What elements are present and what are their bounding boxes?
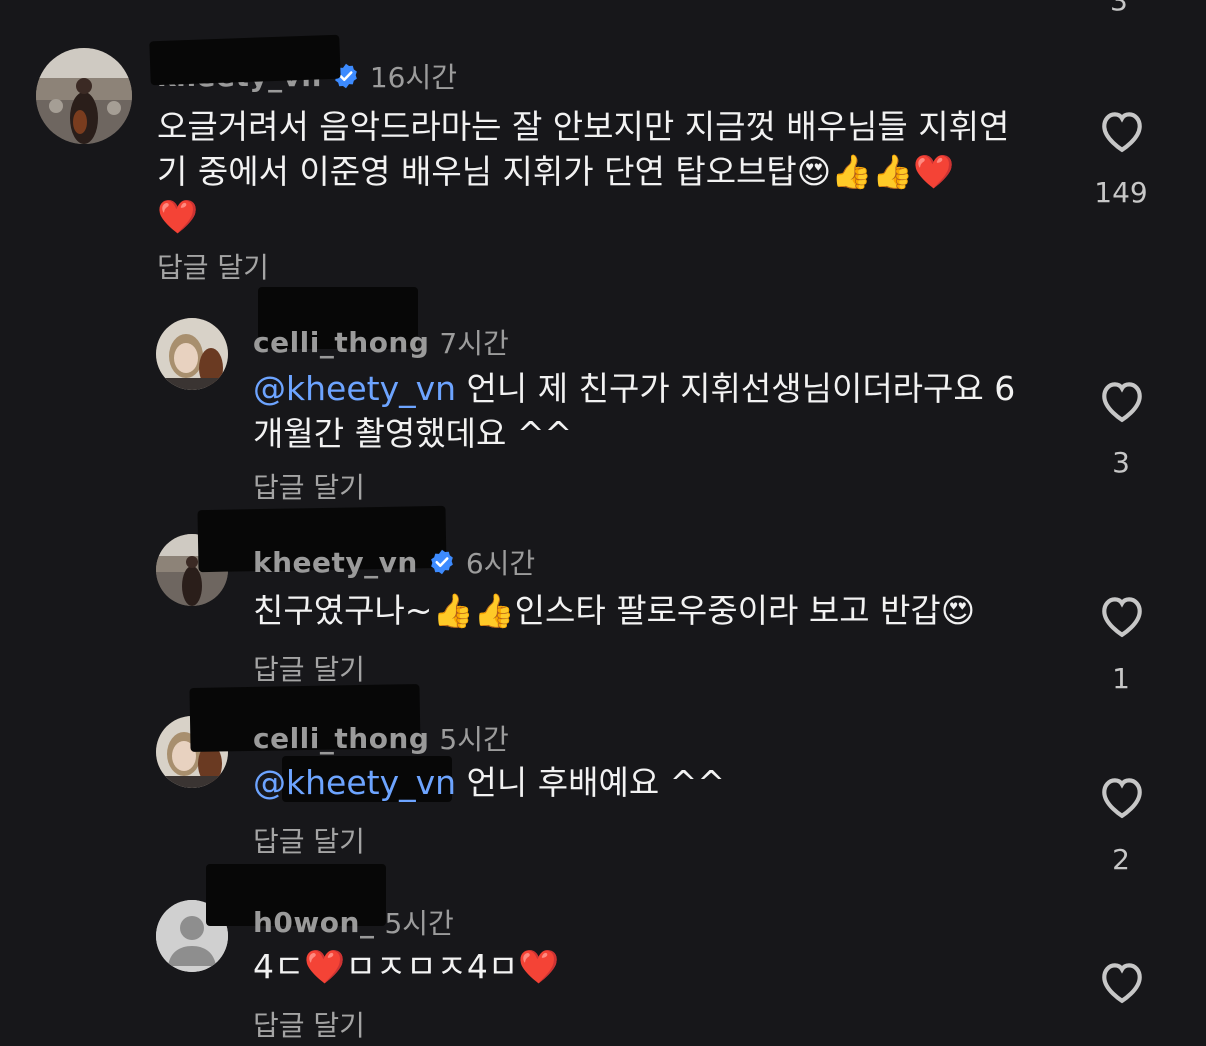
reply-button[interactable]: 답글 달기 (253, 820, 365, 860)
redaction-mark (149, 34, 341, 86)
reply-button[interactable]: 답글 달기 (253, 466, 365, 506)
comment-time: 16시간 (369, 61, 458, 94)
avatar-photo (156, 318, 228, 390)
avatar-photo (36, 48, 132, 144)
avatar[interactable] (36, 48, 132, 144)
heart-outline-icon[interactable] (1097, 592, 1147, 638)
comment-meta: h0won_ 5시간 (253, 902, 454, 942)
comment-text: 친구였구나~👍👍인스타 팔로우중이라 보고 반갑😍 (253, 591, 976, 630)
comment-time: 5시간 (439, 723, 509, 756)
heart-outline-icon[interactable] (1097, 958, 1147, 1004)
heart-outline-icon[interactable] (1097, 377, 1147, 423)
comment-meta: celli_thong 5시간 (253, 718, 509, 758)
comment-text: 4ㄷ❤️ㅁㅈㅁㅈ4ㅁ❤️ (253, 947, 560, 986)
comment-time: 7시간 (439, 327, 509, 360)
comment-text: @kheety_vn 언니 후배예요 ^^ (253, 760, 1053, 805)
comment-time: 6시간 (465, 547, 536, 580)
previous-like-count: 3 (1110, 0, 1128, 17)
username[interactable]: h0won_ (253, 906, 374, 939)
heart-outline-icon[interactable] (1097, 773, 1147, 819)
mention-link[interactable]: @kheety_vn (253, 763, 456, 802)
like-count: 2 (1112, 843, 1130, 876)
comment-text-content: 언니 후배예요 ^^ (456, 763, 725, 802)
mention-link[interactable]: @kheety_vn (253, 369, 456, 408)
username[interactable]: kheety_vn (253, 546, 418, 579)
reply-button[interactable]: 답글 달기 (253, 1004, 365, 1044)
avatar[interactable] (156, 318, 228, 390)
comment-text: 오글거려서 음악드라마는 잘 안보지만 지금껏 배우님들 지휘연 기 중에서 이… (157, 107, 1010, 236)
comments-thread: 3 kheety_vn 16시간 오글거려서 음악드라마는 잘 안보 (0, 0, 1206, 1046)
like-count: 3 (1112, 446, 1130, 479)
comment-time: 5시간 (384, 907, 454, 940)
reply-button[interactable]: 답글 달기 (157, 246, 269, 286)
like-count: 149 (1094, 176, 1148, 209)
reply-button[interactable]: 답글 달기 (253, 648, 365, 688)
username[interactable]: celli_thong (253, 326, 429, 359)
comment-meta: kheety_vn 6시간 (253, 542, 535, 582)
comment-text: @kheety_vn 언니 제 친구가 지휘선생님이더라구요 6 개월간 촬영했… (253, 366, 1053, 456)
verified-badge-icon (431, 549, 453, 575)
like-count: 1 (1112, 662, 1130, 695)
heart-outline-icon[interactable] (1097, 107, 1147, 153)
comment-meta: celli_thong 7시간 (253, 322, 509, 362)
username[interactable]: celli_thong (253, 722, 429, 755)
